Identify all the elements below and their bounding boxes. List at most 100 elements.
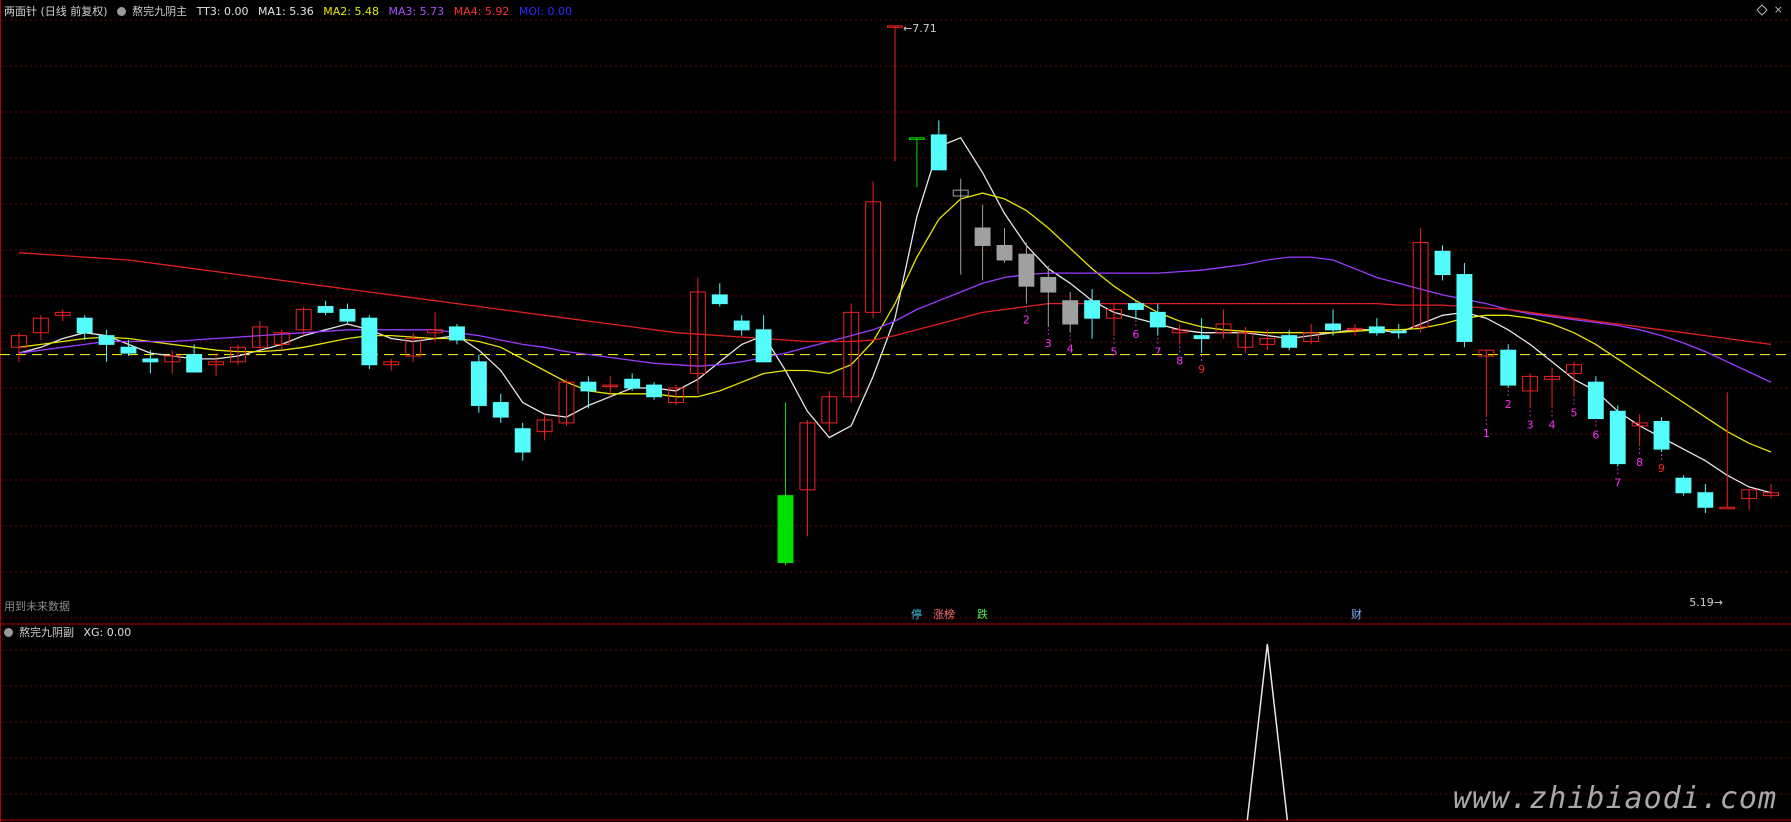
count-label: 9 <box>1198 363 1205 376</box>
candle[interactable] <box>821 390 838 432</box>
candle[interactable] <box>1587 376 1604 420</box>
candle[interactable] <box>1368 318 1385 336</box>
count-label: 8 <box>1636 456 1643 469</box>
candle[interactable] <box>930 120 947 171</box>
count-label: 6 <box>1592 429 1599 442</box>
tag-finance: 财 <box>1351 608 1362 621</box>
candle-body <box>1149 311 1166 328</box>
candle[interactable] <box>558 379 575 426</box>
candle[interactable] <box>733 315 750 336</box>
chart-stage[interactable]: 2 3 4 5 6 7 8 9 1 2 3 4 5 6 7 8 9 ←7.71 5.19→ <box>0 0 1791 822</box>
moi-value: MOI: 0.00 <box>518 5 572 18</box>
candle[interactable] <box>777 402 794 566</box>
candle[interactable] <box>76 315 93 340</box>
sub-indicator-toggle-icon[interactable] <box>4 628 13 637</box>
candle-body <box>1609 410 1626 465</box>
candle-body <box>1719 506 1736 510</box>
candle-body <box>1127 303 1144 310</box>
candle[interactable] <box>887 25 903 162</box>
candle-body <box>339 308 356 322</box>
candle[interactable] <box>1127 300 1144 319</box>
candle-body <box>974 227 991 246</box>
indicator-toggle-icon[interactable] <box>117 7 127 16</box>
candle[interactable] <box>624 373 641 391</box>
candle[interactable] <box>208 353 225 377</box>
candle-body <box>1193 335 1210 340</box>
candle[interactable] <box>755 315 772 363</box>
candle-body <box>317 306 334 313</box>
candle[interactable] <box>514 422 531 461</box>
candle-body <box>1390 330 1407 334</box>
candle[interactable] <box>689 277 706 394</box>
tt3-value: TT3: 0.00 <box>196 5 249 18</box>
candle[interactable] <box>1171 324 1188 345</box>
candle[interactable] <box>668 385 684 406</box>
count-label: 8 <box>1176 354 1183 367</box>
candle[interactable] <box>1149 303 1166 336</box>
candle[interactable] <box>646 382 663 400</box>
count-label: 3 <box>1045 337 1052 350</box>
candle[interactable] <box>1653 417 1670 452</box>
candle[interactable] <box>1522 373 1539 409</box>
candle[interactable] <box>54 309 71 322</box>
candle-body <box>514 428 531 453</box>
sub-indicator-name[interactable]: 熬完九阴副 <box>19 626 74 639</box>
candle[interactable] <box>1434 245 1451 281</box>
candle-body <box>1653 420 1670 450</box>
indicator-name[interactable]: 熬完九阴主 <box>132 5 187 18</box>
candle[interactable] <box>1303 324 1320 345</box>
candle[interactable] <box>865 181 882 319</box>
count-label: 2 <box>1023 314 1030 327</box>
candle[interactable] <box>1390 324 1407 339</box>
candle[interactable] <box>1346 324 1363 336</box>
candle[interactable] <box>1062 292 1079 333</box>
candle[interactable] <box>492 393 509 423</box>
candle[interactable] <box>1106 303 1122 336</box>
candle-body <box>1675 477 1692 494</box>
candle[interactable] <box>317 300 334 316</box>
candle[interactable] <box>1675 475 1692 496</box>
low-price-label: 5.19→ <box>1689 596 1723 609</box>
candle[interactable] <box>1478 349 1495 418</box>
candle[interactable] <box>908 137 925 188</box>
candle[interactable] <box>361 315 378 370</box>
candle[interactable] <box>1040 265 1057 327</box>
candle[interactable] <box>1697 484 1714 514</box>
stock-title[interactable]: 两面针 (日线 前复权) <box>4 5 108 18</box>
candle[interactable] <box>1193 318 1210 354</box>
ma3-value: MA3: 5.73 <box>388 5 445 18</box>
close-x-icon[interactable]: × <box>1774 3 1783 16</box>
candle[interactable] <box>11 332 27 362</box>
candle[interactable] <box>1631 414 1648 447</box>
candle[interactable] <box>799 420 816 537</box>
candle[interactable] <box>1609 405 1626 467</box>
candle[interactable] <box>383 358 400 371</box>
candle[interactable] <box>536 414 553 441</box>
candle[interactable] <box>339 303 356 324</box>
candle[interactable] <box>32 315 49 340</box>
candle[interactable] <box>1741 489 1758 511</box>
candle[interactable] <box>295 306 312 336</box>
candle[interactable] <box>952 178 969 275</box>
candle[interactable] <box>996 228 1013 263</box>
candle[interactable] <box>711 283 728 307</box>
candle-body <box>449 326 465 341</box>
candle[interactable] <box>470 354 487 413</box>
count-label: 9 <box>1658 462 1665 475</box>
watermark: www.zhibiaodi.com <box>1452 781 1777 816</box>
candle[interactable] <box>1565 361 1582 397</box>
candle[interactable] <box>1500 344 1517 388</box>
candle[interactable] <box>273 329 290 351</box>
candle[interactable] <box>1719 392 1736 510</box>
candle-body <box>1434 250 1451 276</box>
candle[interactable] <box>1215 309 1232 339</box>
candle-body <box>733 320 750 331</box>
candle[interactable] <box>974 204 991 281</box>
main-header: 两面针 (日线 前复权) 熬完九阴主 TT3: 0.00 MA1: 5.36 M… <box>4 5 578 19</box>
high-price-label: ←7.71 <box>903 22 937 35</box>
candle[interactable] <box>449 324 465 345</box>
candle[interactable] <box>164 350 181 374</box>
candle[interactable] <box>1412 228 1429 333</box>
candle[interactable] <box>1456 262 1473 348</box>
candle[interactable] <box>427 312 444 342</box>
